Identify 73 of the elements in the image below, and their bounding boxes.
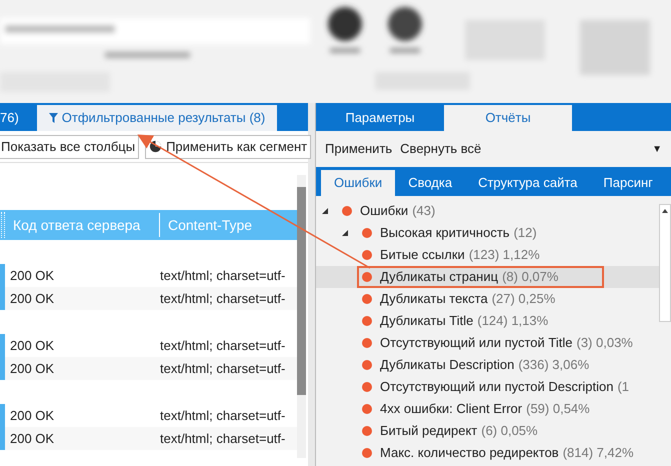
tree-item-count: (6) 0,05% <box>481 422 538 440</box>
table-cell-text: text/html; charset=utf- <box>160 266 286 285</box>
tab[interactable]: Сводка <box>395 170 466 196</box>
tab[interactable]: Параметры <box>316 105 444 131</box>
tab[interactable]: Отчёты <box>444 105 572 131</box>
tree-item[interactable]: 4xx ошибки: Client Error (59) 0,54% <box>362 399 594 419</box>
tree-item[interactable]: Ошибки (43) <box>342 201 440 221</box>
tree-item-count: (8) 0,07% <box>502 268 558 286</box>
dropdown-button[interactable]: ▼ <box>652 142 662 156</box>
tree-item-label: Высокая критичность <box>380 224 510 242</box>
tree-item-count: (123) 1,12% <box>468 246 540 264</box>
tab[interactable]: Структура сайта <box>465 170 590 196</box>
tree-item-count: (43) <box>412 202 436 220</box>
tree-item[interactable]: Отсутствующий или пустой Description (1 <box>362 377 633 397</box>
tree-item[interactable]: Битые ссылки (123) 1,12% <box>362 245 544 265</box>
table-cell-text: text/html; charset=utf- <box>160 360 286 378</box>
scrollbar[interactable] <box>297 175 306 458</box>
tree-item-label: Отсутствующий или пустой Title <box>380 334 572 352</box>
toolbar-button[interactable]: Свернуть всё <box>400 139 482 159</box>
tree-item-label: Дубликаты текста <box>380 290 488 308</box>
tree-item[interactable]: Дубликаты страниц (8) 0,07% <box>357 266 604 288</box>
scrollbar[interactable] <box>659 204 671 322</box>
tree-item-label: 4xx ошибки: Client Error <box>380 400 522 418</box>
table-cell-text: text/html; charset=utf- <box>160 290 286 308</box>
table-cell-text: 200 OK <box>9 290 56 308</box>
tree-item-label: Битые ссылки <box>380 246 465 264</box>
tree-item-count: (12) <box>514 224 537 242</box>
tree-item[interactable]: Высокая критичность (12) <box>362 223 541 243</box>
tree-item-count: (59) 0,54% <box>526 400 590 418</box>
toolbar-button[interactable]: Применить <box>325 139 392 159</box>
table-cell-text: 200 OK <box>9 266 56 285</box>
table-cell-text: 200 OK <box>9 360 56 378</box>
toolbar-button[interactable]: Применить как сегмент <box>145 134 312 158</box>
toolbar-button[interactable]: Показать все столбцы <box>0 134 140 158</box>
tree-item[interactable]: Дубликаты Description (336) 3,06% <box>362 355 594 375</box>
table-cell-text: 200 OK <box>9 406 56 425</box>
filter-icon <box>48 113 58 123</box>
tree-item-label: Дубликаты страниц <box>380 268 498 286</box>
tree-item-count: (124) 1,13% <box>477 312 548 330</box>
tree-item[interactable]: Отсутствующий или пустой Title (3) 0,03% <box>362 333 637 353</box>
tree-item[interactable]: Дубликаты текста (27) 0,25% <box>362 289 560 309</box>
expand-triangle-icon[interactable] <box>342 230 348 236</box>
group-marker <box>0 404 5 450</box>
table-cell-text: 200 OK <box>9 430 56 448</box>
tree-item[interactable]: Макс. количество редиректов (814) 7,42% <box>362 443 638 463</box>
tree-item-count: (3) 0,03% <box>576 334 633 352</box>
table-cell-text: text/html; charset=utf- <box>160 430 286 448</box>
tree-item[interactable]: Дубликаты Title (124) 1,13% <box>362 311 552 331</box>
tree-item-count: (336) 3,06% <box>518 356 590 374</box>
table-cell-text: text/html; charset=utf- <box>160 406 286 425</box>
pie-chart-icon <box>149 140 162 153</box>
tree-item-label: Ошибки <box>360 202 408 220</box>
group-marker <box>0 334 5 380</box>
tree-item-label: Дубликаты Description <box>380 356 514 374</box>
table-cell-text: text/html; charset=utf- <box>160 336 286 355</box>
tree-item[interactable]: Битый редирект (6) 0,05% <box>362 421 542 441</box>
tab[interactable]: 76) <box>0 105 23 131</box>
scrollbar-thumb[interactable] <box>297 187 306 395</box>
expand-triangle-icon[interactable] <box>322 208 328 214</box>
tree-item-count: (27) 0,25% <box>492 290 556 308</box>
tree-item-label: Битый редирект <box>380 422 478 440</box>
tree-item-label: Отсутствующий или пустой Description <box>380 378 614 396</box>
scroll-up-icon[interactable] <box>662 209 668 213</box>
tree-item-count: (814) 7,42% <box>562 444 634 462</box>
group-marker <box>0 264 5 310</box>
tab[interactable]: Отфильтрованные результаты (8) <box>36 105 278 131</box>
tree-item-label: Макс. количество редиректов <box>380 444 559 462</box>
tree-item-count: (1 <box>617 378 629 396</box>
tab[interactable]: Парсинг <box>590 170 666 196</box>
tree-item-label: Дубликаты Title <box>380 312 474 330</box>
table-cell-text: 200 OK <box>9 336 56 355</box>
tab[interactable]: Ошибки <box>321 170 396 196</box>
column-grip-icon <box>1 212 5 238</box>
